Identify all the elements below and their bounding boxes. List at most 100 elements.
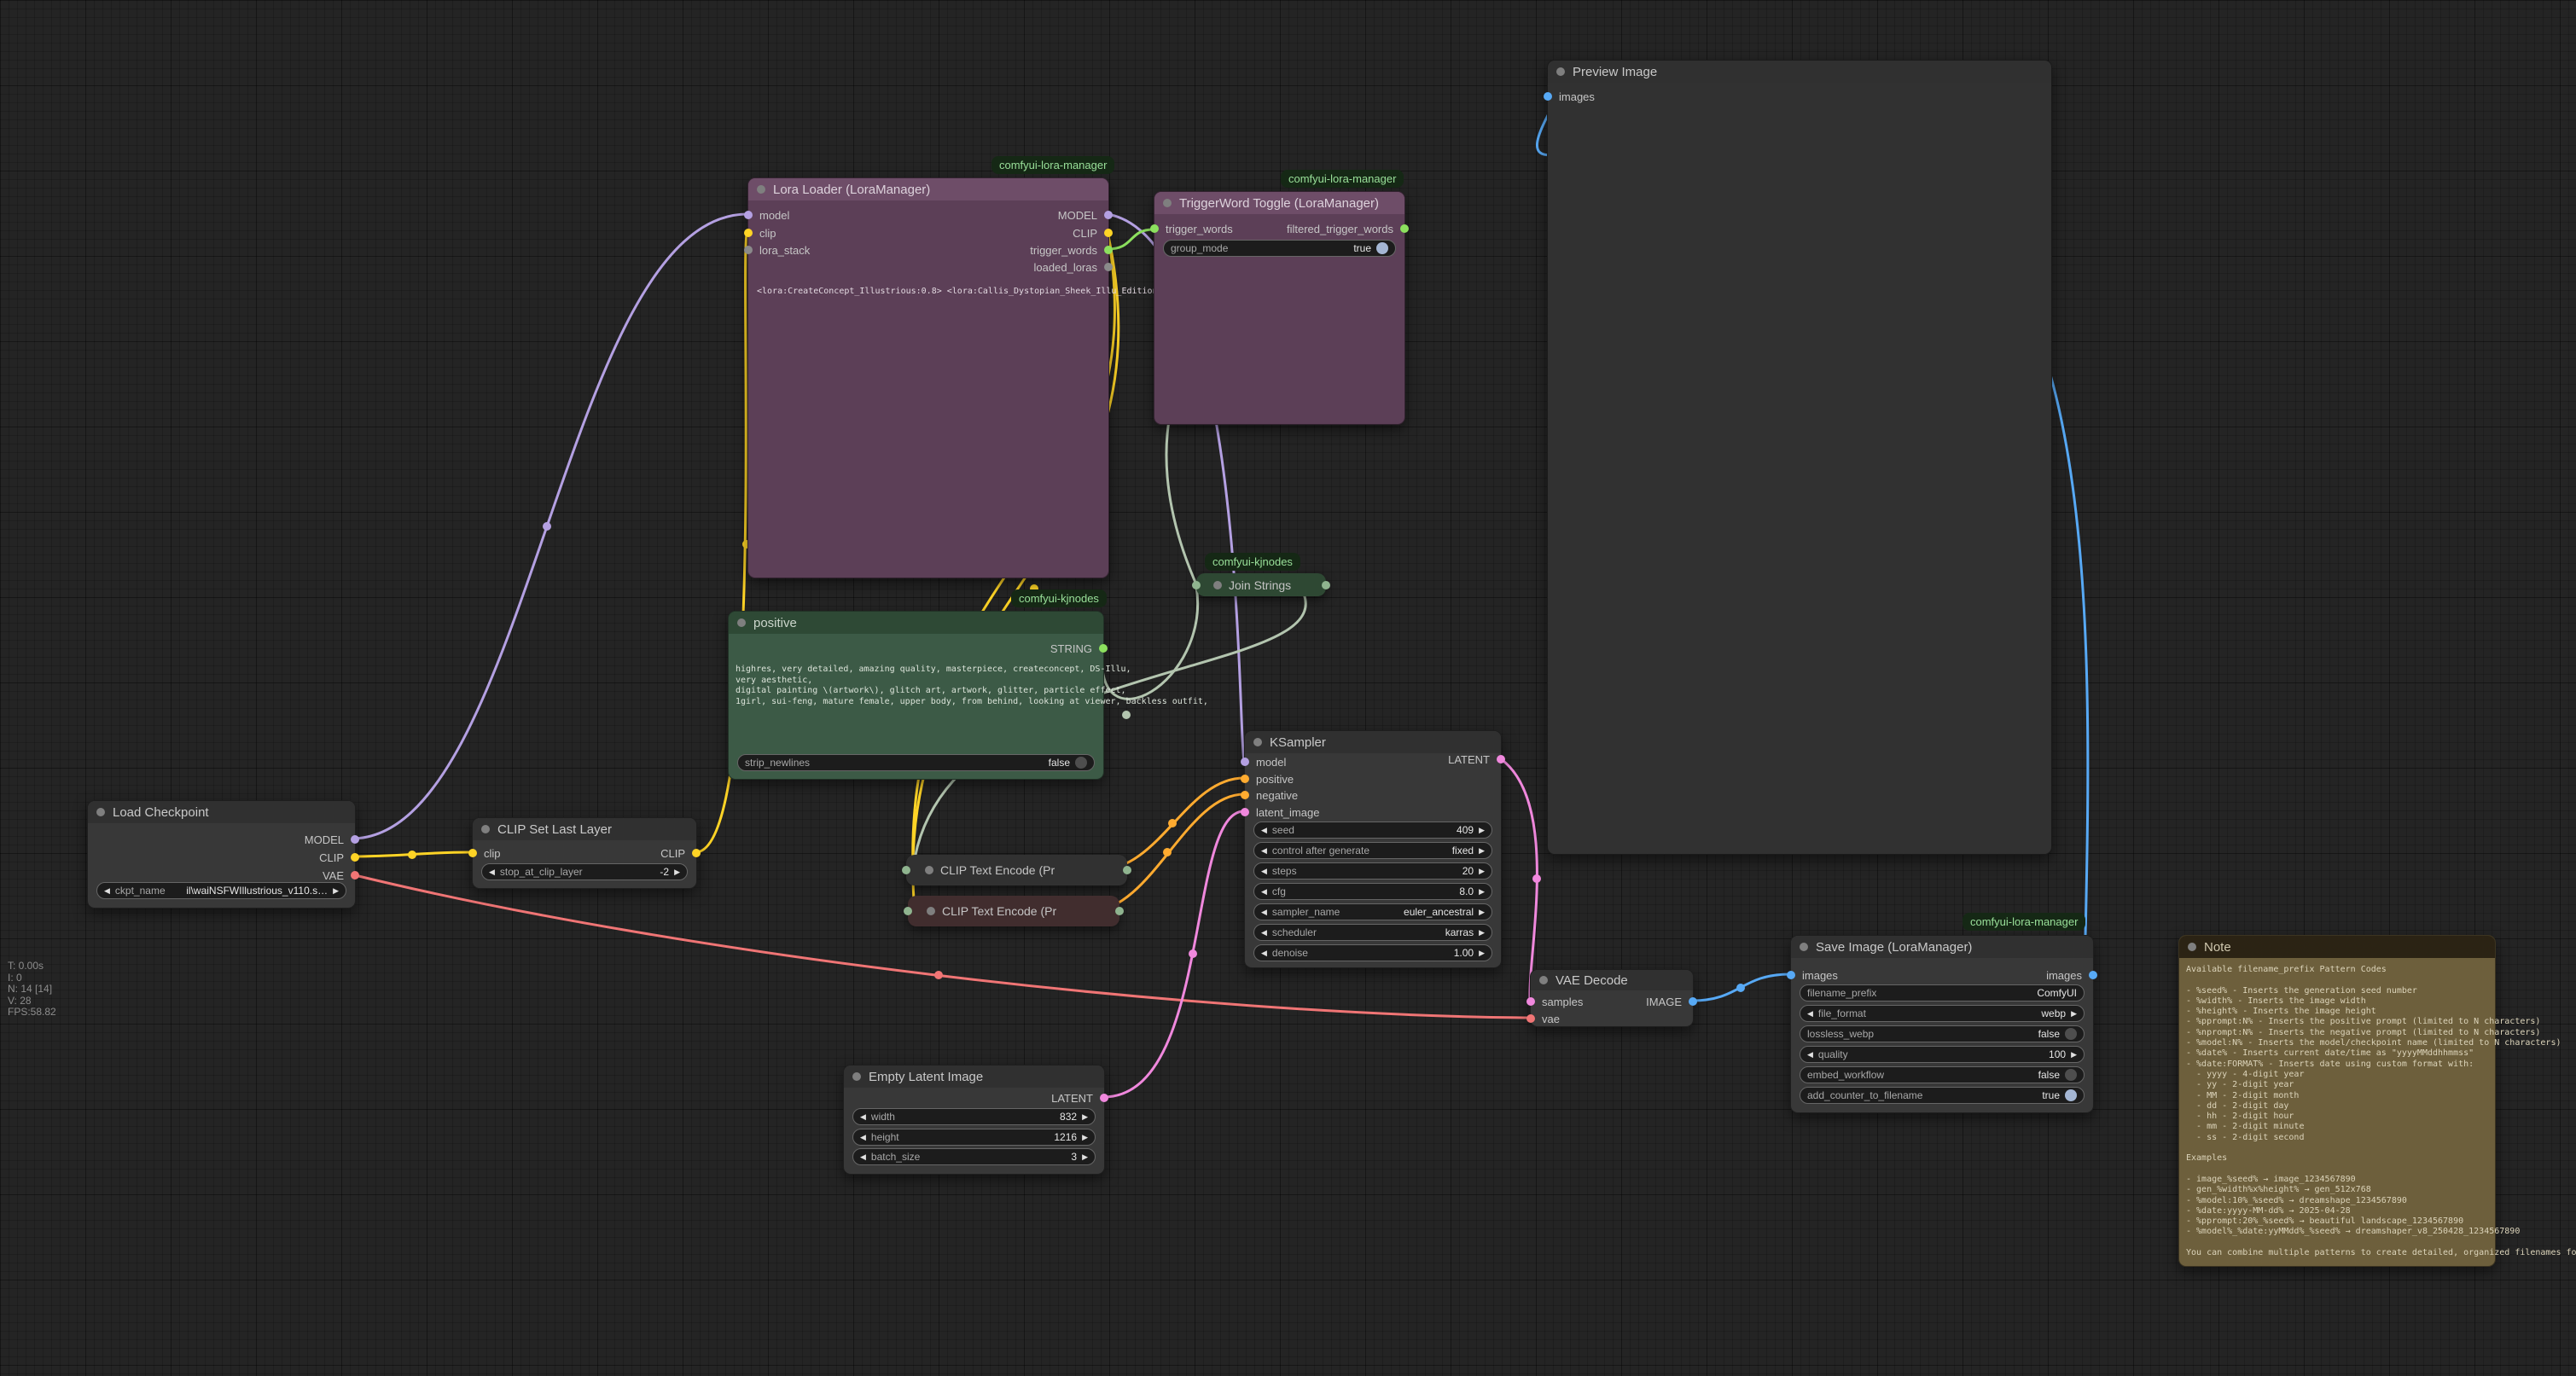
prev-arrow-icon[interactable]: ◀ [1261,868,1267,875]
input-port-icon[interactable] [1192,581,1201,589]
input-samples[interactable]: samples [1531,993,1583,1010]
prev-arrow-icon[interactable]: ◀ [860,1153,866,1161]
link-dot[interactable] [1168,819,1177,827]
next-arrow-icon[interactable]: ▶ [1479,949,1485,957]
node-empty-latent-image[interactable]: Empty Latent Image LATENT ◀width832▶ ◀he… [843,1065,1105,1175]
widget-quality[interactable]: ◀quality100▶ [1800,1046,2085,1063]
collapse-icon[interactable] [1253,738,1262,746]
node-title-bar[interactable]: TriggerWord Toggle (LoraManager) [1154,192,1404,214]
node-ksampler[interactable]: KSampler model positive negative latent_… [1244,730,1502,968]
toggle-on-icon[interactable] [2065,1089,2077,1101]
image-port-icon[interactable] [1544,92,1552,101]
link-dot[interactable] [1189,949,1197,958]
collapse-icon[interactable] [1163,199,1172,207]
latent-port-icon[interactable] [1497,755,1505,763]
input-vae[interactable]: vae [1531,1010,1560,1027]
next-arrow-icon[interactable]: ▶ [1082,1153,1088,1161]
widget-control-after-generate[interactable]: ◀control after generatefixed▶ [1253,842,1492,859]
toggle-on-icon[interactable] [1376,242,1388,254]
widget-add-counter-to-filename[interactable]: add_counter_to_filenametrue [1800,1087,2085,1104]
string-port-icon[interactable] [1400,224,1409,233]
next-arrow-icon[interactable]: ▶ [1479,909,1485,916]
next-arrow-icon[interactable]: ▶ [2071,1010,2077,1018]
next-arrow-icon[interactable]: ▶ [1479,827,1485,834]
collapse-icon[interactable] [927,907,935,915]
node-title-bar[interactable]: positive [729,612,1103,634]
widget-stop-at-clip-layer[interactable]: ◀ stop_at_clip_layer -2 ▶ [481,863,688,880]
string-port-icon[interactable] [1099,644,1108,653]
string-port-icon[interactable] [1150,224,1159,233]
clip-port-icon[interactable] [468,849,477,857]
widget-filename-prefix[interactable]: filename_prefixComfyUI [1800,984,2085,1002]
lora-syntax-text[interactable]: <lora:CreateConcept_Illustrious:0.8> <lo… [757,286,1183,297]
conditioning-port-icon[interactable] [1241,775,1249,783]
output-loaded-loras[interactable]: loaded_loras [1034,258,1108,276]
node-title-bar[interactable]: Empty Latent Image [844,1065,1104,1088]
prev-arrow-icon[interactable]: ◀ [1261,827,1267,834]
image-port-icon[interactable] [2089,971,2097,979]
output-model[interactable]: MODEL [1058,206,1108,224]
note-text[interactable]: Available filename_prefix Pattern Codes … [2186,965,2576,1258]
node-load-checkpoint[interactable]: Load Checkpoint MODEL CLIP VAE ◀ ckpt_na… [87,800,356,909]
input-positive[interactable]: positive [1245,770,1294,787]
prev-arrow-icon[interactable]: ◀ [860,1113,866,1121]
widget-height[interactable]: ◀height1216▶ [852,1129,1096,1146]
prompt-text[interactable]: highres, very detailed, amazing quality,… [736,665,1208,707]
widget-group-mode[interactable]: group_mode true [1163,240,1396,257]
vae-port-icon[interactable] [1526,1014,1535,1023]
input-lora-stack[interactable]: lora_stack [748,241,810,258]
widget-batch-size[interactable]: ◀batch_size3▶ [852,1148,1096,1165]
next-arrow-icon[interactable]: ▶ [1082,1113,1088,1121]
collapse-icon[interactable] [1800,943,1808,951]
output-image[interactable]: IMAGE [1646,993,1693,1010]
lora-stack-port-icon[interactable] [744,246,753,254]
widget-scheduler[interactable]: ◀schedulerkarras▶ [1253,924,1492,941]
node-vae-decode[interactable]: VAE Decode samples IMAGE vae [1530,969,1694,1027]
prev-arrow-icon[interactable]: ◀ [860,1134,866,1141]
image-port-icon[interactable] [1787,971,1795,979]
clip-port-icon[interactable] [744,229,753,237]
input-port-icon[interactable] [904,907,912,915]
output-latent[interactable]: LATENT [1448,751,1501,768]
node-lora-loader[interactable]: Lora Loader (LoraManager) model clip lor… [747,177,1109,578]
prev-arrow-icon[interactable]: ◀ [1261,949,1267,957]
model-port-icon[interactable] [1241,758,1249,766]
output-model[interactable]: MODEL [305,831,355,848]
next-arrow-icon[interactable]: ▶ [333,887,339,895]
widget-width[interactable]: ◀width832▶ [852,1108,1096,1125]
node-title-bar[interactable]: Note [2179,936,2495,958]
prev-arrow-icon[interactable]: ◀ [1261,909,1267,916]
next-arrow-icon[interactable]: ▶ [1479,868,1485,875]
widget-denoise[interactable]: ◀denoise1.00▶ [1253,944,1492,961]
node-save-image[interactable]: Save Image (LoraManager) images images f… [1790,935,2094,1113]
model-port-icon[interactable] [351,835,359,844]
widget-cfg[interactable]: ◀cfg8.0▶ [1253,883,1492,900]
node-title-bar[interactable]: Save Image (LoraManager) [1791,936,2093,958]
output-string[interactable]: STRING [1050,640,1103,657]
collapse-icon[interactable] [1213,581,1222,589]
link-dot[interactable] [1122,711,1131,719]
node-note[interactable]: Note Available filename_prefix Pattern C… [2178,935,2496,1267]
prev-arrow-icon[interactable]: ◀ [489,868,495,876]
link-dot[interactable] [1532,874,1541,883]
node-triggerword-toggle[interactable]: TriggerWord Toggle (LoraManager) trigger… [1154,191,1405,425]
latent-port-icon[interactable] [1526,997,1535,1006]
output-clip[interactable]: CLIP [319,849,355,866]
prev-arrow-icon[interactable]: ◀ [1261,888,1267,896]
model-port-icon[interactable] [1104,211,1113,219]
node-join-strings[interactable]: Join Strings [1196,573,1326,596]
collapse-icon[interactable] [96,808,105,816]
node-title-bar[interactable]: Lora Loader (LoraManager) [748,178,1108,200]
widget-steps[interactable]: ◀steps20▶ [1253,862,1492,880]
next-arrow-icon[interactable]: ▶ [1479,929,1485,937]
node-positive-prompt[interactable]: positive STRING highres, very detailed, … [728,611,1104,780]
collapse-icon[interactable] [852,1072,861,1081]
prev-arrow-icon[interactable]: ◀ [1807,1051,1813,1059]
image-port-icon[interactable] [1689,997,1697,1006]
node-title-bar[interactable]: Preview Image [1548,61,2051,83]
widget-sampler-name[interactable]: ◀sampler_nameeuler_ancestral▶ [1253,903,1492,920]
output-filtered-trigger-words[interactable]: filtered_trigger_words [1287,220,1404,237]
input-latent-image[interactable]: latent_image [1245,804,1319,821]
output-latent[interactable]: LATENT [1051,1089,1104,1106]
node-title-bar[interactable]: Load Checkpoint [88,801,355,823]
